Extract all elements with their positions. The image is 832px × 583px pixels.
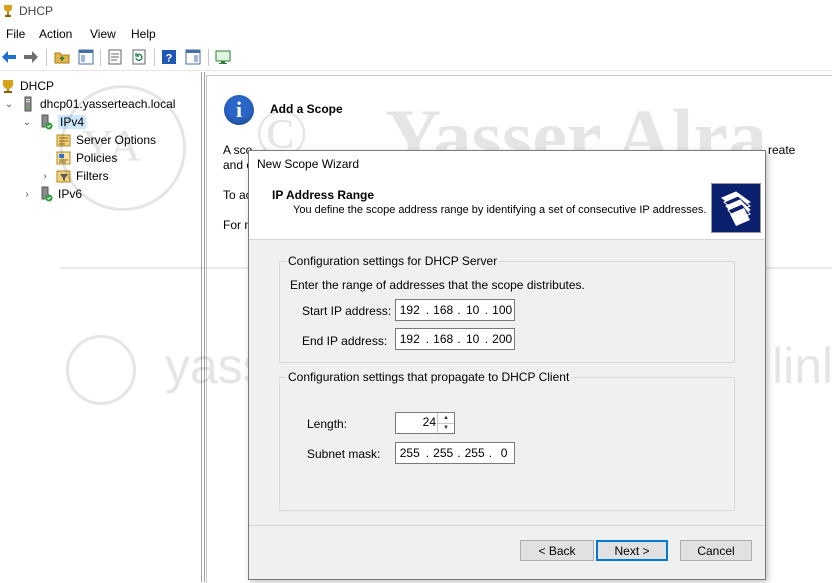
- window-title: DHCP: [19, 4, 54, 18]
- help-icon[interactable]: ?: [160, 48, 178, 66]
- tree-item-dhcp[interactable]: DHCP: [0, 77, 54, 95]
- wizard-header: IP Address Range You define the scope ad…: [249, 175, 765, 240]
- group-legend: Configuration settings that propagate to…: [286, 370, 572, 384]
- tree-label: dhcp01.yasserteach.local: [40, 97, 176, 111]
- toolbar: ?: [0, 45, 832, 71]
- ip-octet[interactable]: 100: [490, 303, 514, 317]
- wizard-page-subtitle: You define the scope address range by id…: [293, 204, 707, 216]
- ip-octet[interactable]: 10: [463, 303, 483, 317]
- ip-octet[interactable]: 168: [431, 303, 455, 317]
- wizard-page-title: IP Address Range: [272, 188, 375, 202]
- tree-item-server-options[interactable]: Server Options: [56, 131, 156, 149]
- menu-bar: File Action View Help: [0, 24, 832, 44]
- trophy-icon: [2, 4, 14, 18]
- instruction-text: Enter the range of addresses that the sc…: [290, 278, 585, 292]
- dialog-title: New Scope Wizard: [257, 157, 360, 171]
- up-folder-icon[interactable]: [53, 48, 71, 66]
- end-ip-label: End IP address:: [302, 334, 388, 348]
- back-arrow-icon[interactable]: [0, 48, 18, 66]
- page-title: Add a Scope: [270, 102, 343, 116]
- ip-dot: .: [457, 303, 461, 317]
- new-scope-wizard-dialog: New Scope Wizard IP Address Range You de…: [248, 150, 766, 580]
- cancel-button[interactable]: Cancel: [680, 540, 752, 561]
- tree-item-ipv4[interactable]: IPv4: [38, 113, 87, 131]
- tree-item-policies[interactable]: Policies: [56, 149, 117, 167]
- ip-dot: .: [457, 332, 461, 346]
- menu-action[interactable]: Action: [39, 27, 72, 41]
- ip-octet[interactable]: 168: [431, 332, 455, 346]
- title-bar: DHCP: [0, 0, 832, 24]
- ip-octet[interactable]: 200: [490, 332, 514, 346]
- ip-octet[interactable]: 192: [396, 303, 424, 317]
- ipv6-icon: [38, 186, 54, 202]
- details-text: reate: [768, 143, 796, 157]
- info-icon: i: [224, 95, 254, 125]
- tree-label: DHCP: [20, 79, 55, 93]
- chevron-down-icon[interactable]: ⌄: [4, 99, 14, 110]
- menu-help[interactable]: Help: [131, 27, 156, 41]
- console-tree-icon[interactable]: [184, 48, 202, 66]
- server-icon: [20, 96, 36, 112]
- ip-octet[interactable]: 255: [431, 446, 455, 460]
- tree-label: Policies: [76, 151, 118, 165]
- ip-dot: .: [425, 446, 430, 460]
- length-label: Length:: [307, 417, 348, 431]
- ip-dot: .: [484, 332, 489, 346]
- tree-item-ipv6[interactable]: IPv6: [38, 185, 82, 203]
- length-value: 24: [422, 415, 436, 429]
- chevron-right-icon[interactable]: ›: [40, 171, 50, 182]
- length-stepper[interactable]: 24 ▲ ▼: [395, 412, 455, 434]
- back-button[interactable]: < Back: [520, 540, 594, 561]
- ip-dot: .: [425, 332, 430, 346]
- ipv4-icon: [38, 114, 54, 130]
- dialog-divider: [249, 525, 765, 526]
- toolbar-separator: [100, 49, 101, 66]
- menu-view[interactable]: View: [90, 27, 116, 41]
- tree-label: IPv6: [58, 187, 83, 201]
- export-icon[interactable]: [214, 48, 232, 66]
- trophy-icon: [0, 78, 16, 94]
- subnet-mask-input[interactable]: 255. 255. 255. 0: [395, 442, 515, 464]
- next-button[interactable]: Next >: [596, 540, 668, 561]
- chevron-down-icon[interactable]: ⌄: [22, 117, 32, 128]
- start-ip-input[interactable]: 192. 168. 10. 100: [395, 299, 515, 321]
- ip-octet[interactable]: 255: [463, 446, 487, 460]
- filters-icon: [56, 168, 72, 184]
- tree-label: Server Options: [76, 133, 157, 147]
- refresh-icon[interactable]: [130, 48, 148, 66]
- svg-text:?: ?: [166, 53, 173, 65]
- show-hide-tree-icon[interactable]: [77, 48, 95, 66]
- toolbar-separator: [154, 49, 155, 66]
- policies-icon: [56, 150, 72, 166]
- ip-octet[interactable]: 10: [463, 332, 483, 346]
- console-tree: DHCP ⌄ dhcp01.yasserteach.local ⌄ IPv4 S…: [0, 72, 202, 582]
- group-legend: Configuration settings for DHCP Server: [286, 254, 500, 268]
- ip-octet[interactable]: 0: [494, 446, 514, 460]
- ip-dot: .: [488, 446, 493, 460]
- tree-item-server[interactable]: dhcp01.yasserteach.local: [20, 95, 175, 113]
- toolbar-separator: [46, 49, 47, 66]
- tree-item-filters[interactable]: Filters: [56, 167, 109, 185]
- menu-file[interactable]: File: [6, 27, 25, 41]
- end-ip-input[interactable]: 192. 168. 10. 200: [395, 328, 515, 350]
- ip-octet[interactable]: 192: [396, 332, 424, 346]
- stepper-arrows: ▲ ▼: [437, 413, 454, 433]
- dialog-title-bar: New Scope Wizard: [249, 151, 765, 175]
- forward-arrow-icon[interactable]: [22, 48, 40, 66]
- server-options-icon: [56, 132, 72, 148]
- chevron-right-icon[interactable]: ›: [22, 189, 32, 200]
- wizard-folders-icon: [711, 183, 761, 233]
- subnet-mask-label: Subnet mask:: [307, 447, 381, 461]
- ip-dot: .: [457, 446, 461, 460]
- ip-octet[interactable]: 255: [396, 446, 424, 460]
- toolbar-separator: [208, 49, 209, 66]
- ip-dot: .: [425, 303, 430, 317]
- tree-label: Filters: [76, 169, 109, 183]
- properties-icon[interactable]: [106, 48, 124, 66]
- tree-label: IPv4: [58, 115, 87, 129]
- chevron-down-icon[interactable]: ▼: [438, 423, 454, 433]
- start-ip-label: Start IP address:: [302, 304, 392, 318]
- ip-dot: .: [484, 303, 489, 317]
